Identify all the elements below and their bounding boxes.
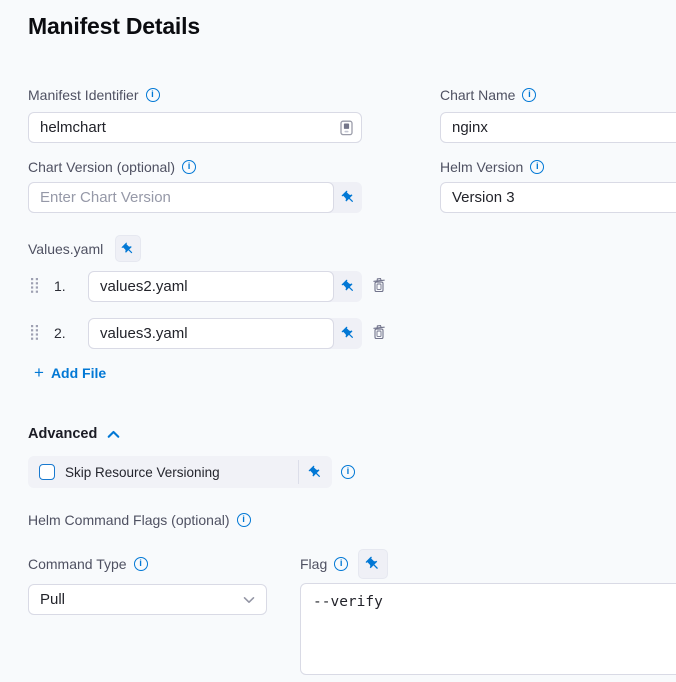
drag-handle-icon[interactable] xyxy=(30,277,39,293)
values-yaml-label: Values.yaml xyxy=(28,241,103,257)
info-icon[interactable]: i xyxy=(146,88,160,102)
trash-icon xyxy=(371,323,387,341)
row-number: 2. xyxy=(54,325,66,341)
info-icon[interactable]: i xyxy=(334,557,348,571)
skip-resource-versioning-group: Skip Resource Versioning xyxy=(28,456,332,488)
pin-icon[interactable] xyxy=(358,549,388,579)
pin-icon[interactable] xyxy=(334,318,362,349)
helm-command-flags-label: Helm Command Flags (optional) i xyxy=(28,512,251,528)
values-file-input[interactable] xyxy=(88,271,334,302)
flag-input[interactable]: --verify xyxy=(300,583,676,675)
pin-icon[interactable] xyxy=(298,460,332,484)
values-file-row: 1. xyxy=(28,271,390,301)
info-icon[interactable]: i xyxy=(134,557,148,571)
manifest-details-panel: Manifest Details Manifest Identifier i C… xyxy=(0,0,676,682)
chart-name-label: Chart Name i xyxy=(440,87,536,103)
delete-file-button[interactable] xyxy=(371,276,387,294)
plus-icon: + xyxy=(34,364,44,381)
info-icon[interactable]: i xyxy=(237,513,251,527)
info-icon[interactable]: i xyxy=(182,160,196,174)
helm-version-label: Helm Version i xyxy=(440,159,544,175)
skip-resource-versioning-checkbox[interactable] xyxy=(39,464,55,480)
command-type-select[interactable]: Pull xyxy=(28,584,267,615)
helm-version-select[interactable]: Version 3 xyxy=(440,182,676,213)
advanced-section-toggle[interactable]: Advanced xyxy=(28,426,120,442)
chevron-down-icon xyxy=(243,596,255,604)
add-file-button[interactable]: + Add File xyxy=(34,364,106,381)
row-number: 1. xyxy=(54,278,66,294)
values-file-row: 2. xyxy=(28,318,390,348)
trash-icon xyxy=(371,276,387,294)
chevron-up-icon xyxy=(107,430,120,439)
manifest-identifier-label: Manifest Identifier i xyxy=(28,87,160,103)
delete-file-button[interactable] xyxy=(371,323,387,341)
command-type-label: Command Type i xyxy=(28,556,148,572)
skip-resource-versioning-label: Skip Resource Versioning xyxy=(65,465,298,480)
manifest-identifier-input[interactable] xyxy=(28,112,362,143)
chart-version-label: Chart Version (optional) i xyxy=(28,159,196,175)
chart-name-input[interactable] xyxy=(440,112,676,143)
edit-id-icon[interactable] xyxy=(340,120,353,136)
pin-icon[interactable] xyxy=(334,182,362,213)
drag-handle-icon[interactable] xyxy=(30,324,39,340)
values-file-input[interactable] xyxy=(88,318,334,349)
chart-version-input-group xyxy=(28,182,362,213)
flag-label: Flag i xyxy=(300,556,348,572)
info-icon[interactable]: i xyxy=(341,465,355,479)
pin-icon[interactable] xyxy=(115,235,141,262)
pin-icon[interactable] xyxy=(334,271,362,302)
info-icon[interactable]: i xyxy=(530,160,544,174)
page-title: Manifest Details xyxy=(28,13,200,40)
info-icon[interactable]: i xyxy=(522,88,536,102)
chart-version-input[interactable] xyxy=(28,182,334,213)
